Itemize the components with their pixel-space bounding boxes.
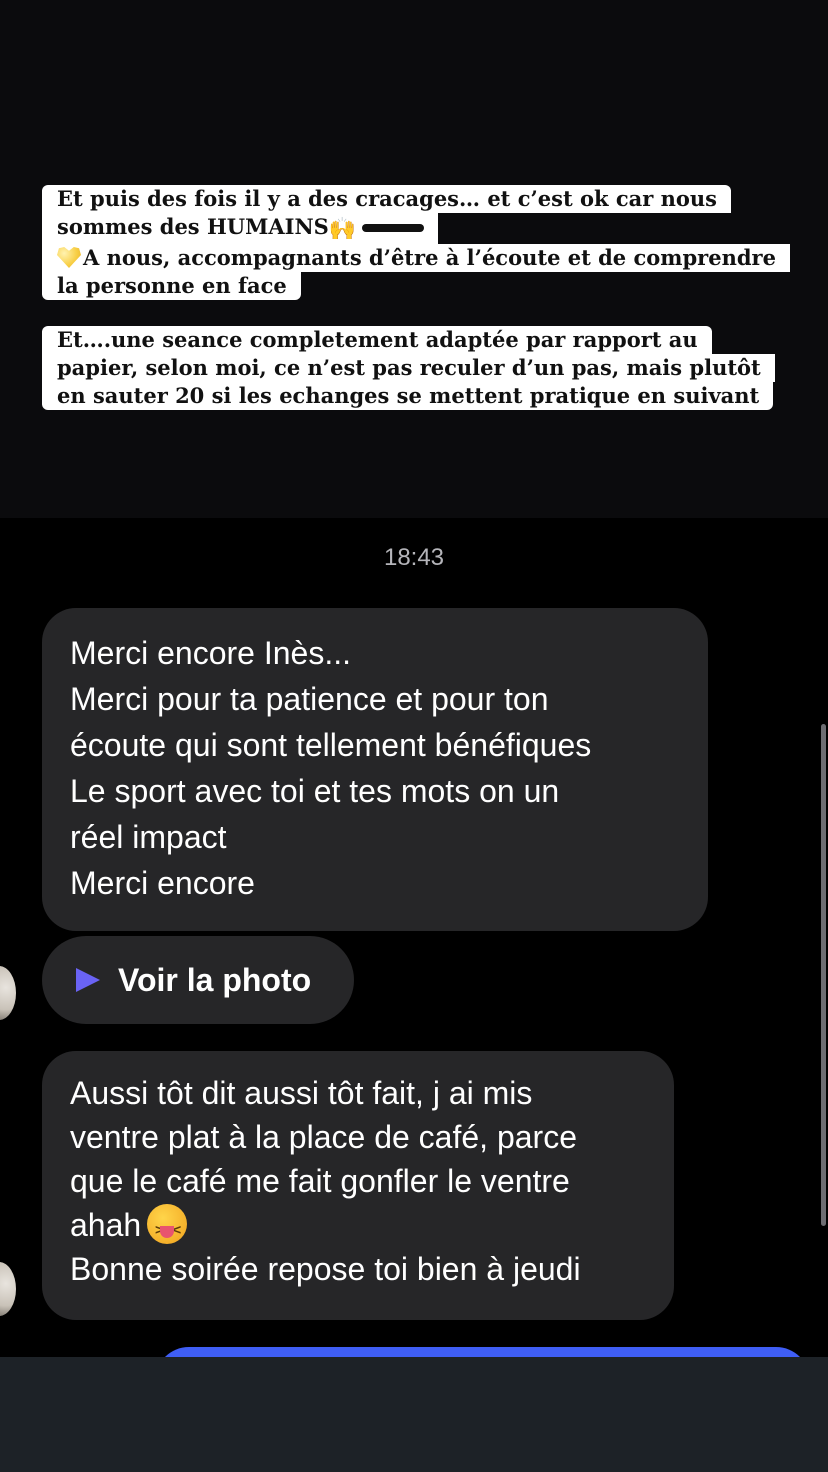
message-line: Le sport avec toi et tes mots on un <box>70 773 560 809</box>
play-icon <box>76 968 100 992</box>
note-1-line-2: sommes des HUMAINS🙌 <box>42 213 439 244</box>
message-line: écoute qui sont tellement bénéfiques <box>70 727 592 763</box>
avatar[interactable] <box>0 1262 16 1316</box>
view-photo-label: Voir la photo <box>118 961 312 998</box>
note-1-line-2-text: sommes des HUMAINS <box>57 214 329 239</box>
scrollbar[interactable] <box>821 724 826 1226</box>
received-message-bubble[interactable]: Aussi tôt dit aussi tôt fait, j ai mis v… <box>42 1051 674 1320</box>
message-line: Aussi tôt dit aussi tôt fait, j ai mis <box>70 1075 533 1111</box>
story-text-note-1: Et puis des fois il y a des cracages… et… <box>42 185 790 300</box>
message-line: que le café me fait gonfler le ventre <box>70 1163 570 1199</box>
message-line: Bonne soirée repose toi bien à jeudi <box>70 1251 581 1287</box>
note-1-line-3: A nous, accompagnants d’être à l’écoute … <box>42 244 790 272</box>
yellow-heart-icon <box>57 247 81 268</box>
message-line: ventre plat à la place de café, parce <box>70 1119 577 1155</box>
view-photo-button[interactable]: Voir la photo <box>42 936 354 1024</box>
note-1-line-3-text: A nous, accompagnants d’être à l’écoute … <box>83 245 776 270</box>
message-line: réel impact <box>70 819 227 855</box>
story-text-note-2: Et….une seance completement adaptée par … <box>42 326 775 410</box>
note-2-line-2: papier, selon moi, ce n’est pas reculer … <box>42 354 775 382</box>
message-line-text: ahah <box>70 1207 142 1243</box>
raised-hands-icon: 🙌 <box>328 217 357 242</box>
note-2-line-3: en sauter 20 si les echanges se mettent … <box>42 382 774 410</box>
message-line: Merci encore Inès... <box>70 635 351 671</box>
message-line: Merci encore <box>70 865 255 901</box>
note-1-line-4: la personne en face <box>42 272 301 300</box>
story-background: Et puis des fois il y a des cracages… et… <box>0 0 828 518</box>
bottom-bar <box>0 1357 828 1472</box>
avatar[interactable] <box>0 966 16 1020</box>
message-line: Merci pour ta patience et pour ton <box>70 681 549 717</box>
message-line-with-emoji: ahah <box>70 1203 654 1253</box>
received-message-bubble[interactable]: Merci encore Inès... Merci pour ta patie… <box>42 608 708 931</box>
note-2-line-1: Et….une seance completement adaptée par … <box>42 326 712 354</box>
highlight-stroke <box>362 224 425 232</box>
note-1-line-1: Et puis des fois il y a des cracages… et… <box>42 185 731 213</box>
squinting-tongue-emoji-icon <box>147 1204 188 1253</box>
message-timestamp: 18:43 <box>383 544 445 571</box>
